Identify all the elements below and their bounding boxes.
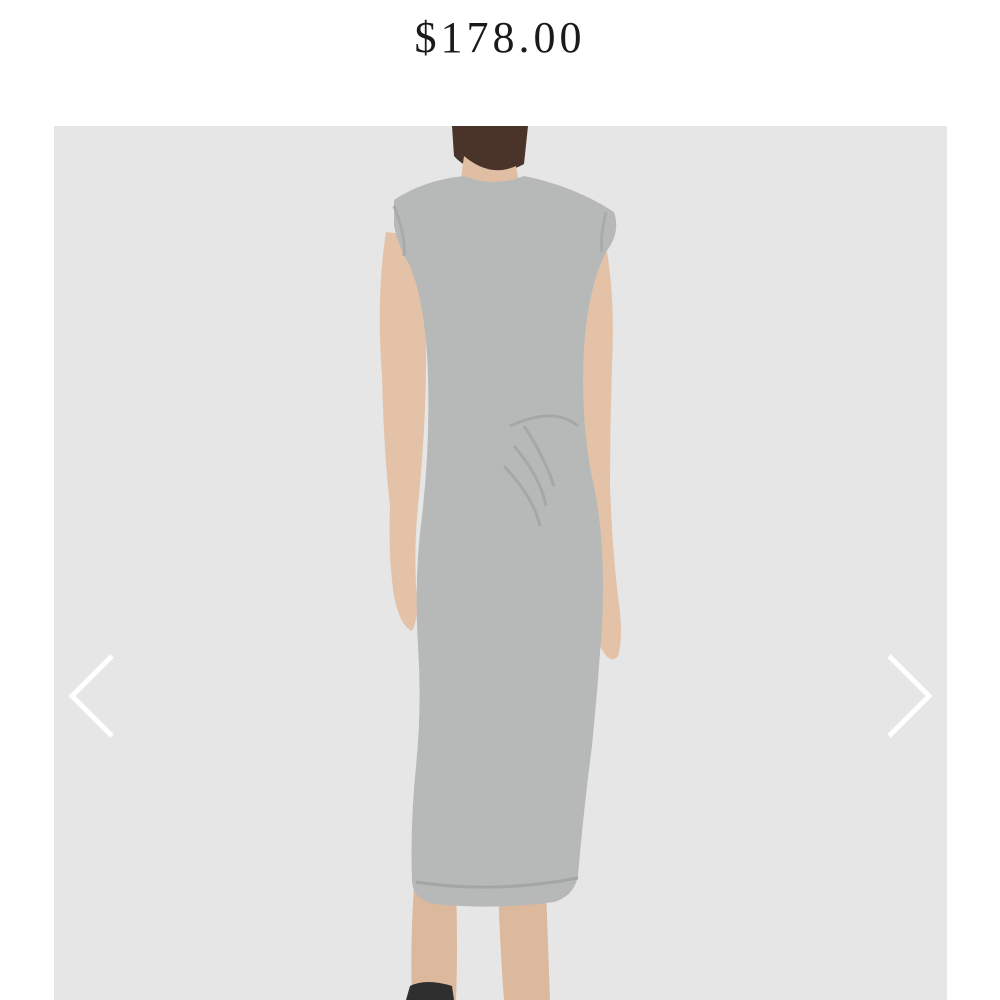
chevron-left-icon: [68, 654, 114, 738]
product-page: $178.00: [0, 0, 1000, 1000]
product-image-gallery[interactable]: [54, 126, 947, 1000]
shoe: [406, 982, 454, 1000]
chevron-right-icon: [887, 654, 933, 738]
product-price: $178.00: [414, 13, 586, 62]
product-photo: [379, 126, 621, 1000]
gallery-prev-button[interactable]: [62, 646, 122, 746]
gallery-next-button[interactable]: [879, 646, 939, 746]
dress: [394, 176, 617, 907]
